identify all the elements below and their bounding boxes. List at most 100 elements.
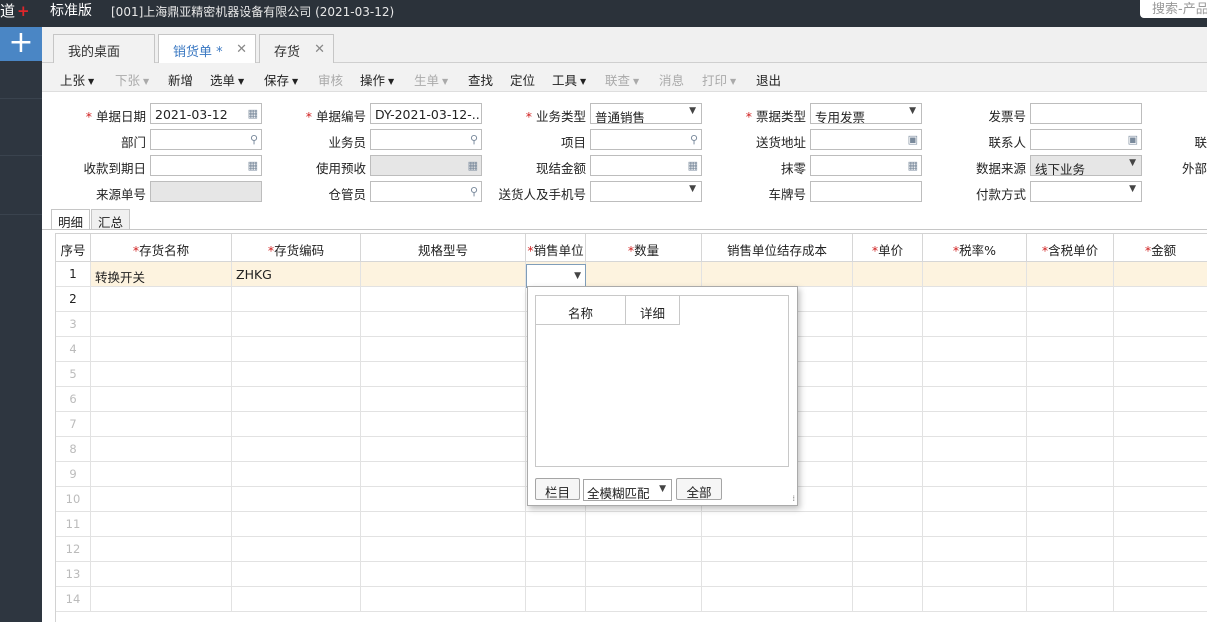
rounding-field[interactable]: ▦ [810, 155, 922, 176]
chevron-down-icon[interactable]: ▼ [909, 106, 916, 116]
grid-cell[interactable] [526, 587, 586, 612]
resize-grip-icon[interactable]: ⁞ [792, 494, 795, 503]
grid-cell[interactable] [91, 362, 232, 387]
grid-cell[interactable] [526, 537, 586, 562]
grid-cell[interactable] [1027, 437, 1114, 462]
pay-method-field[interactable]: ▼ [1030, 181, 1142, 202]
grid-cell[interactable] [923, 562, 1027, 587]
grid-cell[interactable] [1027, 337, 1114, 362]
grid-cell[interactable] [361, 537, 526, 562]
grid-cell[interactable] [1114, 587, 1207, 612]
search-icon[interactable]: ⚲ [690, 133, 698, 146]
grid-cell[interactable] [361, 287, 526, 312]
grid-cell[interactable] [232, 362, 361, 387]
grid-cell[interactable] [1114, 537, 1207, 562]
grid-cell[interactable] [91, 487, 232, 512]
grid-cell[interactable] [923, 537, 1027, 562]
grid-cell[interactable] [1027, 287, 1114, 312]
grid-cell[interactable] [853, 287, 923, 312]
grid-cell[interactable] [1114, 337, 1207, 362]
grid-cell[interactable] [853, 312, 923, 337]
grid-cell[interactable] [923, 587, 1027, 612]
tab-summary[interactable]: 汇总 [91, 209, 131, 230]
grid-cell[interactable] [91, 587, 232, 612]
due-date-field[interactable]: ▦ [150, 155, 262, 176]
keeper-field[interactable]: ⚲ [370, 181, 482, 202]
grid-cell[interactable] [91, 387, 232, 412]
grid-cell[interactable] [1114, 312, 1207, 337]
grid-cell[interactable] [923, 362, 1027, 387]
grid-cell[interactable] [361, 512, 526, 537]
chevron-down-icon[interactable]: ▼ [1129, 184, 1136, 194]
grid-cell[interactable] [1114, 487, 1207, 512]
toolbar-0-button[interactable]: 上张 ▼ [60, 70, 94, 89]
grid-cell[interactable] [91, 312, 232, 337]
toolbar-10-button[interactable]: 工具 ▼ [552, 70, 586, 89]
grid-cell[interactable] [853, 487, 923, 512]
grid-cell[interactable] [853, 562, 923, 587]
show-all-button[interactable]: 全部 [676, 478, 722, 500]
toolbar-2-button[interactable]: 新增 [168, 70, 193, 89]
grid-cell[interactable] [853, 462, 923, 487]
grid-cell[interactable] [1114, 387, 1207, 412]
search-icon[interactable]: ⚲ [470, 133, 478, 146]
cash-amount-field[interactable]: ▦ [590, 155, 702, 176]
grid-cell[interactable] [1027, 587, 1114, 612]
grid-cell[interactable] [702, 537, 853, 562]
grid-cell[interactable] [232, 412, 361, 437]
bill-date-field[interactable]: 2021-03-12 ▦ [150, 103, 262, 124]
bill-no-field[interactable]: DY-2021-03-12-... [370, 103, 482, 124]
grid-cell[interactable] [91, 462, 232, 487]
grid-cell[interactable] [526, 562, 586, 587]
grid-cell[interactable] [923, 412, 1027, 437]
grid-cell[interactable] [1027, 312, 1114, 337]
grid-cell[interactable] [91, 562, 232, 587]
toolbar-6-button[interactable]: 操作 ▼ [360, 70, 394, 89]
global-search-input[interactable]: 搜索-产品 [1140, 0, 1207, 18]
grid-cell[interactable] [361, 387, 526, 412]
grid-cell[interactable] [1027, 412, 1114, 437]
grid-cell[interactable] [853, 362, 923, 387]
grid-cell[interactable] [923, 337, 1027, 362]
grid-cell[interactable] [1114, 512, 1207, 537]
tab-desktop[interactable]: 我的桌面 [53, 34, 155, 63]
calculator-icon[interactable]: ▦ [688, 159, 698, 172]
chevron-down-icon[interactable]: ▼ [1129, 158, 1136, 168]
contact-field[interactable]: ▣ [1030, 129, 1142, 150]
grid-cell[interactable] [853, 337, 923, 362]
grid-cell[interactable] [923, 262, 1027, 287]
grid-cell[interactable] [361, 412, 526, 437]
grid-cell[interactable] [586, 262, 702, 287]
grid-cell[interactable] [923, 512, 1027, 537]
grid-cell[interactable] [361, 362, 526, 387]
grid-cell[interactable] [1114, 437, 1207, 462]
grid-cell[interactable] [702, 562, 853, 587]
grid-cell[interactable] [702, 587, 853, 612]
grid-cell[interactable] [853, 412, 923, 437]
grid-cell[interactable] [361, 487, 526, 512]
tab-sales-order[interactable]: 销货单 * ✕ [158, 34, 256, 64]
address-book-icon[interactable]: ▣ [1128, 133, 1138, 146]
address-book-icon[interactable]: ▣ [908, 133, 918, 146]
grid-cell[interactable] [1027, 562, 1114, 587]
columns-button[interactable]: 栏目 [535, 478, 580, 500]
department-field[interactable]: ⚲ [150, 129, 262, 150]
grid-cell[interactable] [232, 587, 361, 612]
grid-cell[interactable] [923, 437, 1027, 462]
toolbar-3-button[interactable]: 选单 ▼ [210, 70, 244, 89]
grid-cell[interactable] [853, 587, 923, 612]
grid-cell[interactable] [1027, 487, 1114, 512]
grid-cell[interactable] [526, 512, 586, 537]
grid-cell[interactable] [232, 287, 361, 312]
add-icon[interactable]: + [0, 27, 42, 61]
grid-cell[interactable] [586, 562, 702, 587]
grid-cell[interactable] [1114, 562, 1207, 587]
ship-address-field[interactable]: ▣ [810, 129, 922, 150]
invoice-type-field[interactable]: 专用发票 ▼ [810, 103, 922, 124]
grid-cell[interactable] [853, 512, 923, 537]
calculator-icon[interactable]: ▦ [908, 159, 918, 172]
match-mode-select[interactable]: 全模糊匹配 ▼ [583, 479, 672, 501]
grid-cell[interactable] [91, 437, 232, 462]
grid-cell[interactable] [923, 312, 1027, 337]
sales-unit-cell-dropdown[interactable]: ▼ [526, 264, 586, 288]
